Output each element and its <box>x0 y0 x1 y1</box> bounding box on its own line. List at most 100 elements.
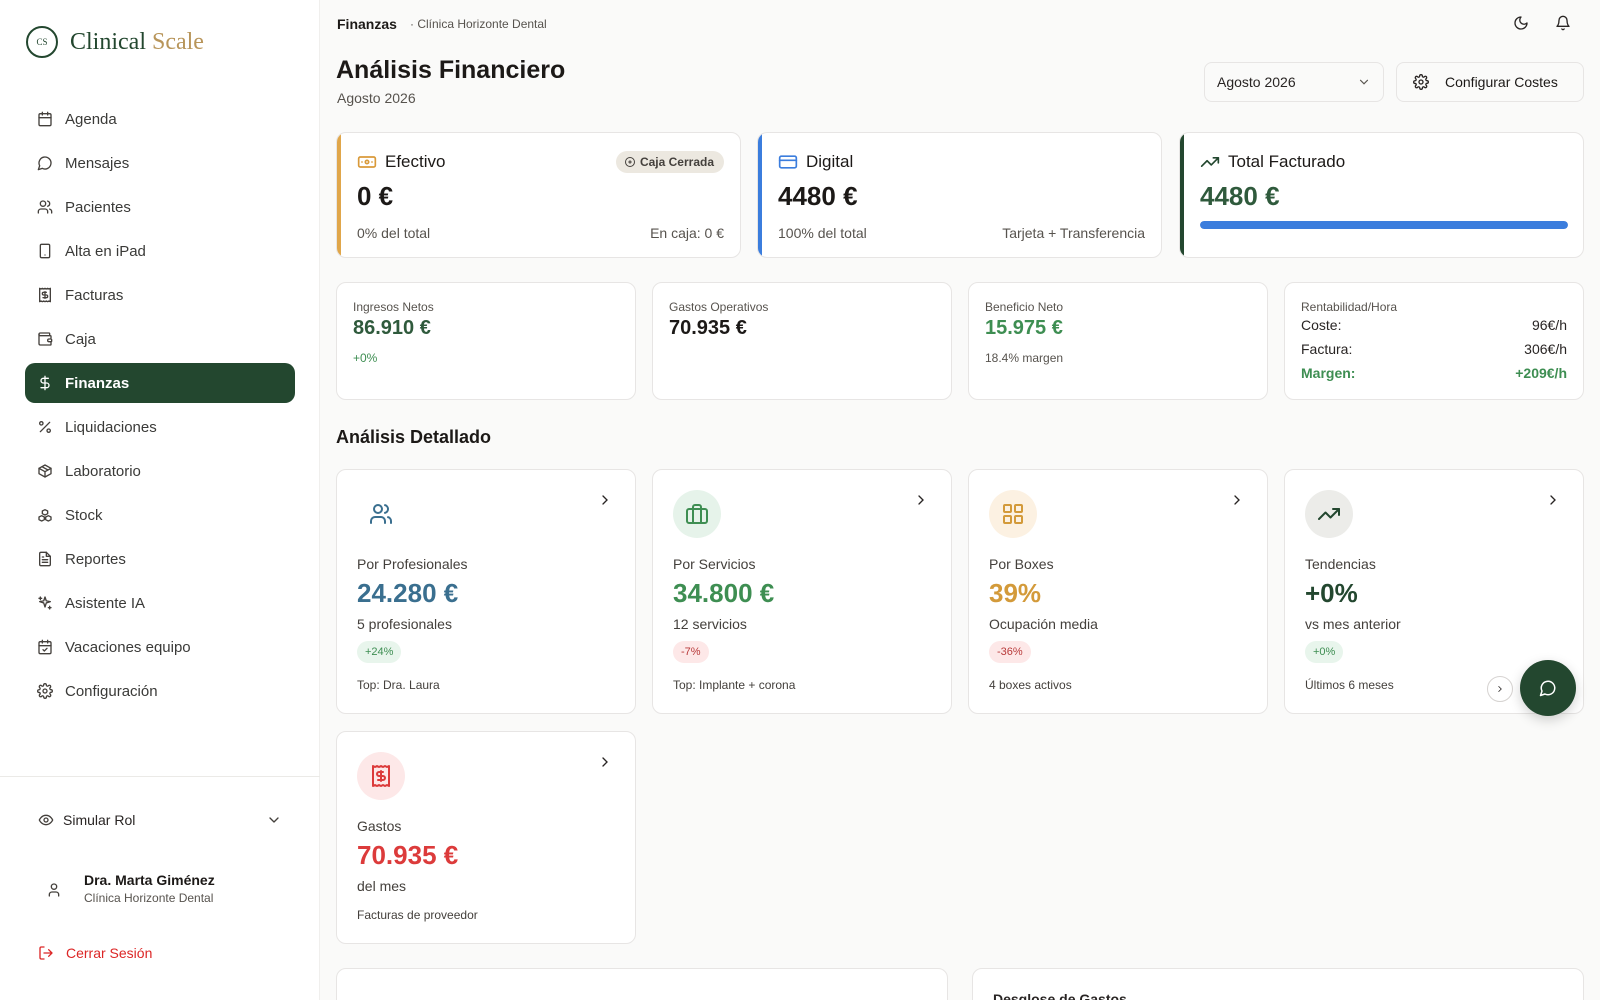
page-title: Análisis Financiero <box>336 56 566 84</box>
credit-card-icon <box>778 155 798 169</box>
sidebar-item-label: Vacaciones equipo <box>65 638 191 656</box>
card-sub: Ocupación media <box>989 616 1098 632</box>
sidebar-item-label: Finanzas <box>65 374 130 392</box>
chevron-down-icon <box>269 817 279 823</box>
logout-label: Cerrar Sesión <box>66 945 153 961</box>
card-foot: Top: Implante + corona <box>673 678 796 692</box>
tablet-icon <box>39 243 51 259</box>
card-foot: 4 boxes activos <box>989 678 1072 692</box>
card-accent-bar <box>758 133 762 257</box>
wallet-icon <box>38 332 53 346</box>
user-profile[interactable]: Dra. Marta Giménez Clínica Horizonte Den… <box>46 872 215 905</box>
circle-dot-icon <box>624 157 635 167</box>
gastos-card[interactable]: Gastos 70.935 € del mes Facturas de prov… <box>336 731 636 944</box>
sidebar-item-pacientes[interactable]: Pacientes <box>25 187 295 227</box>
chat-fab-button[interactable] <box>1520 660 1576 716</box>
coste-value: 96€/h <box>1531 317 1567 333</box>
logo-text-accent: Scale <box>151 28 204 55</box>
efectivo-card: Efectivo Caja Cerrada 0 € 0% del total E… <box>336 132 741 258</box>
sidebar-item-label: Laboratorio <box>65 462 141 480</box>
por-boxes-card[interactable]: Por Boxes 39% Ocupación media -36% 4 box… <box>968 469 1268 714</box>
notifications-button[interactable] <box>1553 13 1573 33</box>
sidebar-item-liquidaciones[interactable]: Liquidaciones <box>25 407 295 447</box>
por-profesionales-card[interactable]: Por Profesionales 24.280 € 5 profesional… <box>336 469 636 714</box>
coste-label: Coste: <box>1301 317 1342 333</box>
sidebar-item-alta-ipad[interactable]: Alta en iPad <box>25 231 295 271</box>
configurar-costes-label: Configurar Costes <box>1445 74 1558 90</box>
ingresos-netos-card: Ingresos Netos 86.910 € +0% <box>336 282 636 400</box>
month-select-value: Agosto 2026 <box>1217 74 1296 90</box>
sidebar-item-stock[interactable]: Stock <box>25 495 295 535</box>
sidebar-divider <box>0 776 320 777</box>
topbar-subtitle: · Clínica Horizonte Dental <box>410 17 547 31</box>
card-sub: 12 servicios <box>673 616 747 632</box>
dollar-icon <box>40 375 50 391</box>
sidebar-item-label: Alta en iPad <box>65 242 146 260</box>
sparkles-icon <box>38 596 52 610</box>
kpi-label: Ingresos Netos <box>353 300 434 314</box>
sidebar-item-label: Facturas <box>65 286 124 304</box>
factura-label: Factura: <box>1301 341 1353 357</box>
total-progress-fill <box>1200 221 1568 229</box>
sidebar-item-vacaciones[interactable]: Vacaciones equipo <box>25 627 295 667</box>
month-select[interactable]: Agosto 2026 <box>1204 62 1384 102</box>
chevron-right-icon <box>1545 492 1561 508</box>
page-subtitle: Agosto 2026 <box>337 90 416 106</box>
moon-icon <box>1514 16 1528 30</box>
sidebar-nav: Agenda Mensajes Pacientes Alta en iPad F… <box>25 99 295 715</box>
kpi-value: 15.975 € <box>985 317 1063 339</box>
beneficio-neto-card: Beneficio Neto 15.975 € 18.4% margen <box>968 282 1268 400</box>
card-label: Por Boxes <box>989 556 1054 572</box>
sidebar-item-caja[interactable]: Caja <box>25 319 295 359</box>
digital-percent: 100% del total <box>778 225 867 241</box>
sidebar-item-label: Agenda <box>65 110 117 128</box>
simular-rol-select[interactable]: Simular Rol <box>38 812 282 828</box>
bottom-left-card <box>336 968 948 1000</box>
sidebar-item-finanzas[interactable]: Finanzas <box>25 363 295 403</box>
rentabilidad-hora-card: Rentabilidad/Hora Coste: 96€/h Factura: … <box>1284 282 1584 400</box>
gastos-operativos-card: Gastos Operativos 70.935 € <box>652 282 952 400</box>
sidebar-item-asistente-ia[interactable]: Asistente IA <box>25 583 295 623</box>
topbar-title: Finanzas <box>337 16 397 32</box>
sidebar-item-label: Pacientes <box>65 198 131 216</box>
change-badge: -36% <box>989 641 1031 663</box>
trending-up-icon <box>1200 157 1220 167</box>
briefcase-icon <box>686 504 708 524</box>
caja-cerrada-label: Caja Cerrada <box>639 155 714 169</box>
sidebar-item-mensajes[interactable]: Mensajes <box>25 143 295 183</box>
logout-button[interactable]: Cerrar Sesión <box>38 945 152 961</box>
file-text-icon <box>39 551 51 567</box>
gear-icon <box>37 683 53 699</box>
card-value: +0% <box>1305 578 1358 608</box>
app-logo[interactable]: CS Clinical Scale <box>26 26 204 58</box>
chevron-right-icon <box>1229 492 1245 508</box>
card-accent-bar <box>1180 133 1184 257</box>
margen-value: +209€/h <box>1515 365 1567 381</box>
next-button[interactable] <box>1487 676 1513 702</box>
por-servicios-card[interactable]: Por Servicios 34.800 € 12 servicios -7% … <box>652 469 952 714</box>
sidebar-item-reportes[interactable]: Reportes <box>25 539 295 579</box>
digital-header: Digital <box>778 152 853 172</box>
digital-card: Digital 4480 € 100% del total Tarjeta + … <box>757 132 1162 258</box>
digital-methods: Tarjeta + Transferencia <box>1002 225 1145 241</box>
boxes-icon <box>38 509 52 522</box>
bell-icon <box>1556 15 1570 31</box>
sidebar-item-laboratorio[interactable]: Laboratorio <box>25 451 295 491</box>
trending-up-icon <box>1318 508 1340 520</box>
sidebar-item-configuracion[interactable]: Configuración <box>25 671 295 711</box>
chevron-right-icon <box>597 492 613 508</box>
sidebar-item-label: Reportes <box>65 550 126 568</box>
sidebar-item-label: Asistente IA <box>65 594 146 612</box>
sidebar-item-facturas[interactable]: Facturas <box>25 275 295 315</box>
margen-label: Margen: <box>1301 365 1356 381</box>
margen-row: Margen: +209€/h <box>1301 365 1567 381</box>
total-header: Total Facturado <box>1200 152 1345 172</box>
configurar-costes-button[interactable]: Configurar Costes <box>1396 62 1584 102</box>
card-value: 70.935 € <box>357 840 459 870</box>
sidebar-item-agenda[interactable]: Agenda <box>25 99 295 139</box>
logo-text-main: Clinical <box>70 28 146 55</box>
calendar-icon <box>38 111 52 127</box>
chevron-down-icon <box>1359 79 1369 85</box>
banknote-icon <box>357 156 377 168</box>
theme-toggle-button[interactable] <box>1511 13 1531 33</box>
